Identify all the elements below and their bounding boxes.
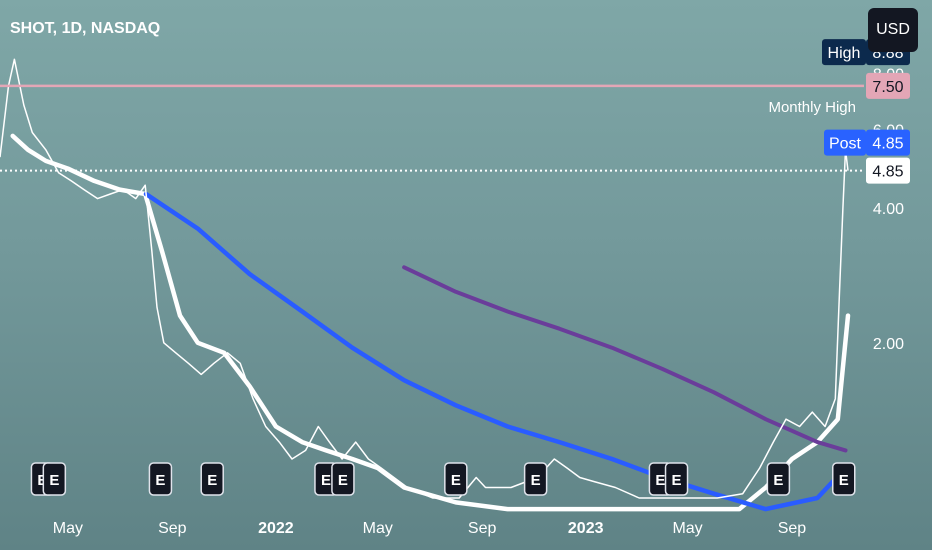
earnings-marker[interactable]: E xyxy=(664,462,689,496)
earnings-marker[interactable]: E xyxy=(148,462,173,496)
earnings-marker[interactable]: E xyxy=(832,462,856,496)
x-tick-label: 2023 xyxy=(568,520,604,537)
earnings-marker[interactable]: E xyxy=(523,462,548,496)
earnings-label: E xyxy=(531,472,541,489)
y-tick-label: 4.00 xyxy=(873,201,904,218)
post-label-value: 4.85 xyxy=(872,136,903,153)
x-tick-label: Sep xyxy=(778,520,807,537)
symbol-title: SHOT, 1D, NASDAQ xyxy=(10,20,161,37)
earnings-marker[interactable]: E xyxy=(766,462,791,496)
moving-averages xyxy=(10,133,851,512)
earnings-label: E xyxy=(451,472,461,489)
earnings-label: E xyxy=(655,472,665,489)
earnings-label: E xyxy=(338,472,348,489)
last-price-label: 4.85 xyxy=(872,164,903,181)
currency-button[interactable]: USD xyxy=(868,8,918,52)
price-chart[interactable]: Monthly High EEEEEEEEEEEE 2.004.006.008.… xyxy=(0,0,932,550)
series-line-sma-200 xyxy=(402,265,848,453)
earnings-markers: EEEEEEEEEEEE xyxy=(30,462,856,496)
earnings-label: E xyxy=(207,472,217,489)
x-axis: May Sep 2022 May Sep 2023 May Sep xyxy=(53,520,807,537)
earnings-marker[interactable]: E xyxy=(331,462,355,496)
earnings-label: E xyxy=(773,472,783,489)
earnings-marker[interactable]: E xyxy=(200,462,224,496)
x-tick-label: May xyxy=(53,520,83,537)
earnings-label: E xyxy=(321,472,331,489)
earnings-label: E xyxy=(839,472,849,489)
high-label-title: High xyxy=(828,45,861,62)
earnings-label: E xyxy=(155,472,165,489)
x-tick-label: Sep xyxy=(468,520,497,537)
y-tick-label: 2.00 xyxy=(873,336,904,353)
horizontal-lines: Monthly High xyxy=(0,84,864,172)
x-tick-label: Sep xyxy=(158,520,187,537)
earnings-label: E xyxy=(49,472,59,489)
resistance-note: Monthly High xyxy=(768,99,856,116)
post-label-title: Post xyxy=(829,136,862,153)
earnings-label: E xyxy=(672,472,682,489)
x-tick-label: May xyxy=(672,520,702,537)
x-tick-label: 2022 xyxy=(258,520,294,537)
y-axis: 2.004.006.008.00 xyxy=(873,66,904,352)
earnings-marker[interactable]: E xyxy=(444,462,468,496)
x-tick-label: May xyxy=(363,520,393,537)
series-line-sma-20 xyxy=(10,133,851,512)
resistance-label: 7.50 xyxy=(872,79,903,96)
earnings-marker[interactable]: E xyxy=(42,462,67,496)
series-line-sma-50 xyxy=(143,191,848,512)
